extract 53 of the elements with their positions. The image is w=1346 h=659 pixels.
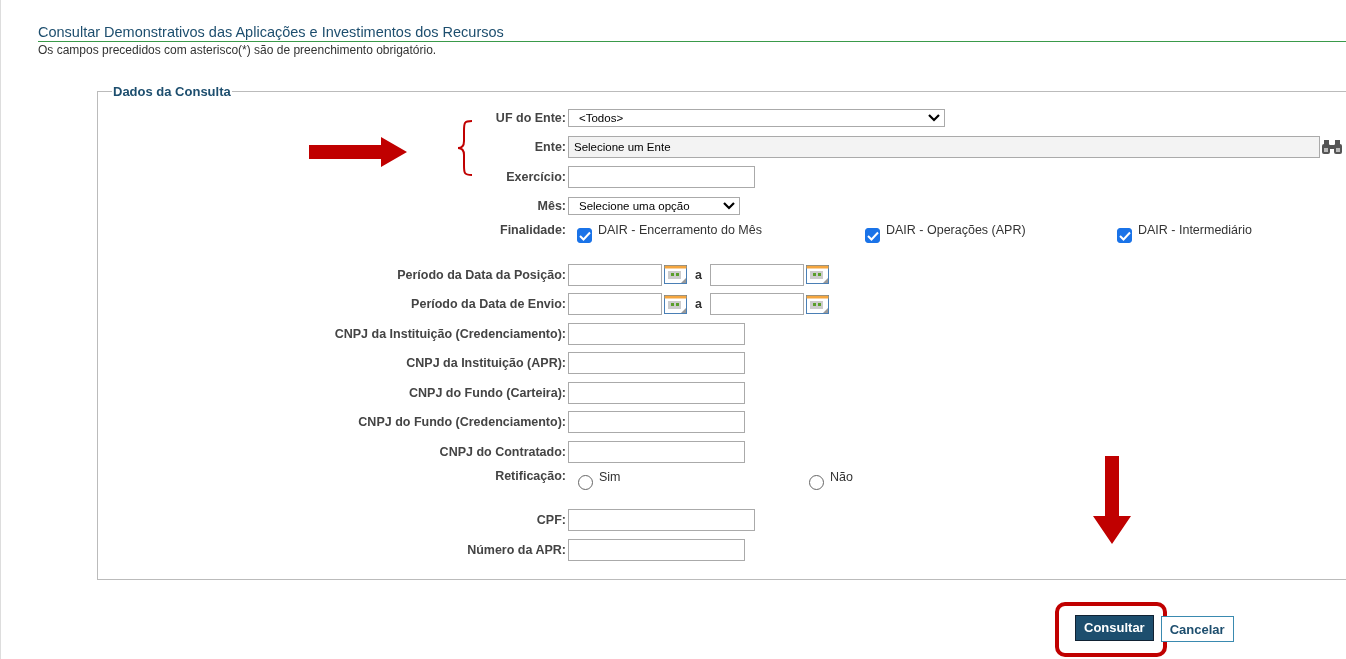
field-label: Período da Data da Posição: bbox=[396, 267, 567, 282]
checkbox[interactable] bbox=[577, 228, 592, 243]
dropdown[interactable]: Selecione uma opção bbox=[568, 197, 740, 216]
calendar-icon[interactable] bbox=[664, 265, 687, 285]
field-label: CNPJ do Contratado: bbox=[438, 444, 567, 459]
input-field[interactable] bbox=[568, 165, 755, 188]
input-field[interactable] bbox=[568, 322, 745, 345]
field-label: Retificação: bbox=[494, 468, 567, 483]
chevron-down-icon bbox=[723, 202, 735, 211]
field-label: CNPJ do Fundo (Credenciamento): bbox=[357, 415, 567, 430]
dropdown[interactable]: <Todos> bbox=[568, 108, 945, 127]
field-label: Mês: bbox=[536, 199, 567, 214]
chevron-down-icon bbox=[928, 113, 940, 122]
range-separator: a bbox=[695, 267, 702, 282]
checkbox-label: DAIR - Intermediário bbox=[1138, 223, 1252, 237]
curly-brace-annotation bbox=[456, 119, 474, 177]
input-field[interactable] bbox=[568, 509, 755, 532]
date-field[interactable] bbox=[568, 263, 662, 286]
field-label: CNPJ da Instituição (Credenciamento): bbox=[333, 326, 567, 341]
field-label: Número da APR: bbox=[466, 542, 567, 557]
field-label: CNPJ do Fundo (Carteira): bbox=[408, 385, 567, 400]
calendar-icon[interactable] bbox=[664, 294, 687, 314]
calendar-icon[interactable] bbox=[805, 294, 829, 314]
checkbox-label: DAIR - Operações (APR) bbox=[886, 223, 1026, 237]
input-field[interactable] bbox=[568, 440, 745, 463]
radio-label: Não bbox=[830, 469, 853, 484]
radio-label: Sim bbox=[599, 469, 621, 484]
checkbox[interactable] bbox=[1117, 228, 1132, 243]
range-separator: a bbox=[695, 297, 702, 312]
required-fields-note: Os campos precedidos com asterisco(*) são de preenchimento obrigatório. bbox=[38, 43, 438, 57]
input-field[interactable] bbox=[568, 411, 745, 434]
input-field[interactable] bbox=[568, 352, 745, 375]
consult-button[interactable]: Consultar bbox=[1075, 614, 1154, 641]
cancel-button[interactable]: Cancelar bbox=[1160, 616, 1234, 642]
page-title: Consultar Demonstrativos das Aplicações e Investimentos dos Recursos bbox=[38, 24, 1346, 42]
input-field[interactable]: Selecione um Ente bbox=[568, 136, 1320, 159]
input-field[interactable] bbox=[568, 381, 745, 404]
checkbox-label: DAIR - Encerramento do Mês bbox=[598, 223, 762, 237]
field-label: Exercício: bbox=[505, 169, 567, 184]
date-field[interactable] bbox=[568, 293, 662, 316]
field-label: Ente: bbox=[533, 140, 567, 155]
fieldset-legend: Dados da Consulta bbox=[112, 84, 232, 99]
calendar-icon[interactable] bbox=[805, 265, 829, 285]
field-label: CNPJ da Instituição (APR): bbox=[405, 356, 567, 371]
date-field[interactable] bbox=[709, 293, 804, 316]
field-label: CPF: bbox=[535, 513, 567, 528]
field-label: UF do Ente: bbox=[494, 110, 567, 125]
input-field[interactable] bbox=[568, 538, 745, 561]
checkbox[interactable] bbox=[865, 228, 880, 243]
field-label: Período da Data de Envio: bbox=[410, 297, 567, 312]
date-field[interactable] bbox=[709, 263, 804, 286]
binoculars-icon[interactable] bbox=[1322, 139, 1342, 156]
field-label: Finalidade: bbox=[499, 223, 567, 237]
